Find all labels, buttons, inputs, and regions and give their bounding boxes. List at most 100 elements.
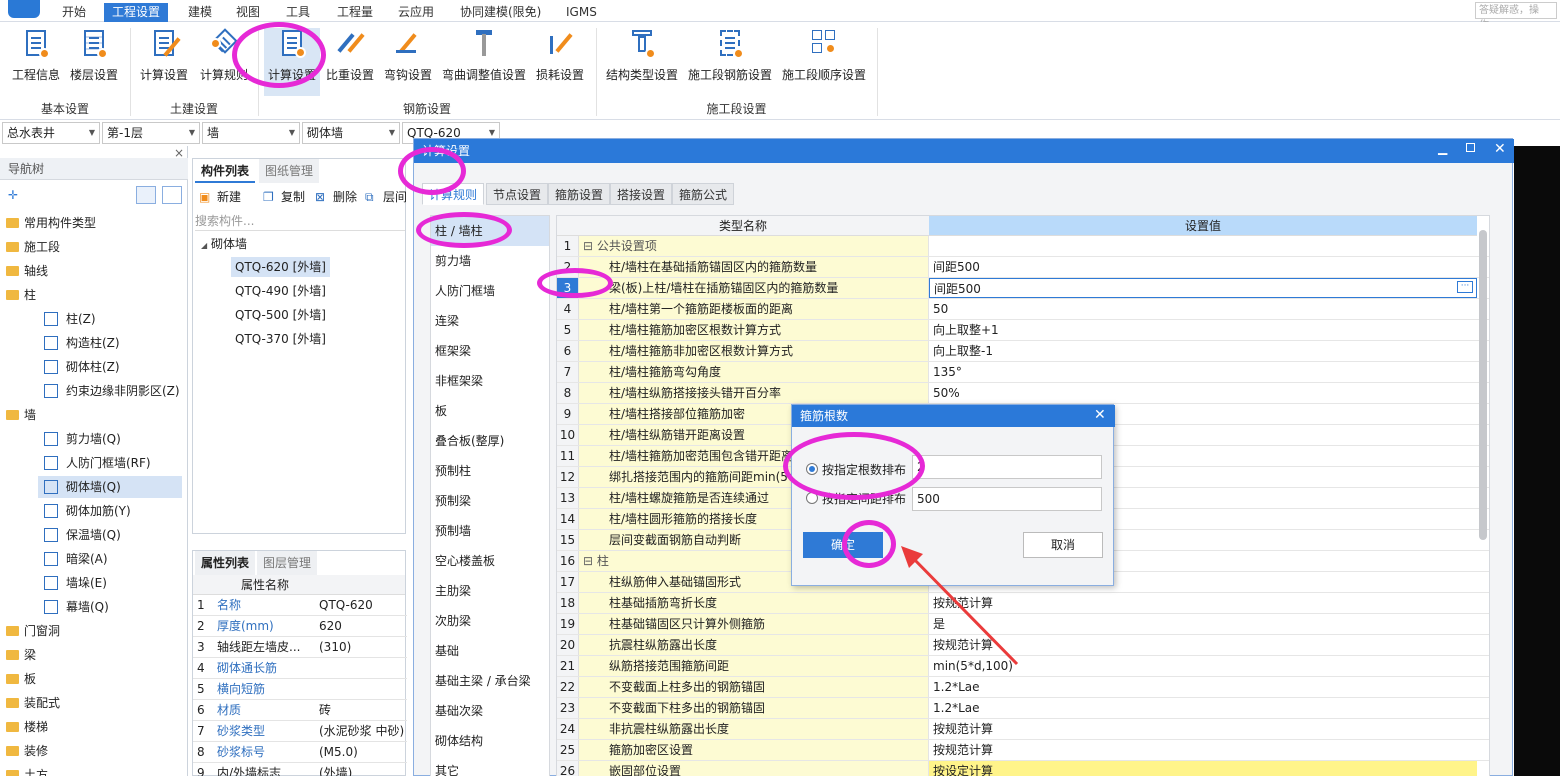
- selector-type[interactable]: 墙 ▼: [202, 122, 300, 144]
- tree-item[interactable]: 施工段: [0, 236, 188, 258]
- close-icon[interactable]: ✕: [1094, 407, 1106, 423]
- tree-item[interactable]: 土方: [0, 764, 188, 776]
- grid-row[interactable]: 5 柱/墙柱箍筋加密区根数计算方式 向上取整+1: [557, 320, 1489, 341]
- grid-row[interactable]: 2 柱/墙柱在基础插筋锚固区内的箍筋数量 间距500: [557, 257, 1489, 278]
- tree-item[interactable]: 楼梯: [0, 716, 188, 738]
- category-item[interactable]: 非框架梁: [431, 366, 549, 396]
- category-item[interactable]: 框架梁: [431, 336, 549, 366]
- grid-row[interactable]: 25 箍筋加密区设置 按规范计算: [557, 740, 1489, 761]
- prop-value[interactable]: 620: [319, 616, 342, 637]
- grid-row[interactable]: 4 柱/墙柱第一个箍筋距楼板面的距离 50: [557, 299, 1489, 320]
- setting-value[interactable]: 向上取整-1: [929, 341, 1477, 361]
- detail-view-icon[interactable]: [162, 186, 182, 204]
- prop-row[interactable]: 8 砂浆标号 (M5.0): [193, 742, 407, 763]
- grid-row[interactable]: 6 柱/墙柱箍筋非加密区根数计算方式 向上取整-1: [557, 341, 1489, 362]
- category-item[interactable]: 叠合板(整厚): [431, 426, 549, 456]
- category-item[interactable]: 人防门框墙: [431, 276, 549, 306]
- density-settings-button[interactable]: 比重设置: [324, 28, 376, 96]
- tab-layer-management[interactable]: 图层管理: [257, 551, 318, 575]
- prop-value[interactable]: (水泥砂浆 中砂): [319, 721, 404, 742]
- prop-value[interactable]: QTQ-620: [319, 595, 373, 616]
- list-view-icon[interactable]: [136, 186, 156, 204]
- cancel-button[interactable]: 取消: [1023, 532, 1103, 558]
- prop-row[interactable]: 7 砂浆类型 (水泥砂浆 中砂): [193, 721, 407, 742]
- grid-row[interactable]: 23 不变截面下柱多出的钢筋锚固 1.2*Lae: [557, 698, 1489, 719]
- setting-value[interactable]: 向上取整+1: [929, 320, 1477, 340]
- category-item[interactable]: 其它: [431, 756, 549, 776]
- menu-igms[interactable]: IGMS: [558, 3, 605, 22]
- tree-item[interactable]: 轴线: [0, 260, 188, 282]
- project-info-button[interactable]: 工程信息: [8, 28, 64, 96]
- tree-item[interactable]: 梁: [0, 644, 188, 666]
- tab-stirrup-formula[interactable]: 箍筋公式: [672, 183, 735, 205]
- component-item[interactable]: QTQ-490 [外墙]: [231, 281, 330, 301]
- tree-item[interactable]: 暗梁(A): [38, 548, 182, 570]
- tree-item[interactable]: 墙: [0, 404, 188, 426]
- prop-row[interactable]: 5 横向短筋: [193, 679, 407, 700]
- help-search-input[interactable]: 答疑解惑，操作…: [1475, 2, 1557, 31]
- civil-calc-settings-button[interactable]: 计算设置: [136, 28, 192, 96]
- menu-tools[interactable]: 工具: [278, 3, 318, 22]
- grid-row[interactable]: 22 不变截面上柱多出的钢筋锚固 1.2*Lae: [557, 677, 1489, 698]
- category-item[interactable]: 板: [431, 396, 549, 426]
- app-logo[interactable]: [8, 0, 40, 18]
- category-item[interactable]: 预制墙: [431, 516, 549, 546]
- grid-row[interactable]: 7 柱/墙柱箍筋弯勾角度 135°: [557, 362, 1489, 383]
- prop-value[interactable]: (M5.0): [319, 742, 358, 763]
- component-item[interactable]: QTQ-620 [外墙]: [231, 257, 330, 277]
- tree-item[interactable]: 装修: [0, 740, 188, 762]
- add-icon[interactable]: ✛: [8, 188, 18, 202]
- segment-order-button[interactable]: 施工段顺序设置: [780, 28, 868, 96]
- delete-button[interactable]: 删除: [333, 185, 357, 209]
- bend-adjust-button[interactable]: 弯曲调整值设置: [440, 28, 528, 96]
- setting-value[interactable]: 1.2*Lae: [929, 698, 1477, 718]
- selector-subtype[interactable]: 砌体墙 ▼: [302, 122, 400, 144]
- tree-item[interactable]: 构造柱(Z): [38, 332, 182, 354]
- selector-group[interactable]: 总水表井 ▼: [2, 122, 100, 144]
- structure-type-button[interactable]: 结构类型设置: [604, 28, 680, 96]
- tree-item[interactable]: 板: [0, 668, 188, 690]
- grid-row[interactable]: 26 嵌固部位设置 按设定计算: [557, 761, 1489, 776]
- setting-value[interactable]: 间距500: [929, 278, 1477, 298]
- tree-item[interactable]: 保温墙(Q): [38, 524, 182, 546]
- tree-item[interactable]: 常用构件类型: [0, 212, 188, 234]
- prop-row[interactable]: 3 轴线距左墙皮... (310): [193, 637, 407, 658]
- spacing-input[interactable]: 500: [912, 487, 1102, 511]
- collapse-icon[interactable]: ⊟: [583, 239, 597, 253]
- more-icon[interactable]: ···: [1457, 281, 1473, 293]
- grid-row[interactable]: 1 ⊟ 公共设置项: [557, 236, 1489, 257]
- category-item[interactable]: 连梁: [431, 306, 549, 336]
- component-item[interactable]: QTQ-500 [外墙]: [231, 305, 330, 325]
- tab-drawing-management[interactable]: 图纸管理: [259, 159, 320, 183]
- grid-row[interactable]: 3 梁(板)上柱/墙柱在插筋锚固区内的箍筋数量 间距500 ···: [557, 278, 1489, 299]
- interlayer-button[interactable]: 层间: [383, 185, 407, 209]
- copy-button[interactable]: 复制: [281, 185, 305, 209]
- grid-row[interactable]: 24 非抗震柱纵筋露出长度 按规范计算: [557, 719, 1489, 740]
- tab-stirrup-settings[interactable]: 箍筋设置: [548, 183, 611, 205]
- category-item[interactable]: 主肋梁: [431, 576, 549, 606]
- category-item[interactable]: 砌体结构: [431, 726, 549, 756]
- setting-value[interactable]: 按规范计算: [929, 719, 1477, 739]
- tree-item[interactable]: 砌体墙(Q): [38, 476, 182, 498]
- tree-item[interactable]: 柱(Z): [38, 308, 182, 330]
- minimize-icon[interactable]: ▁: [1438, 141, 1447, 155]
- floor-settings-button[interactable]: 楼层设置: [66, 28, 122, 96]
- maximize-icon[interactable]: [1466, 143, 1475, 152]
- setting-value[interactable]: 间距500: [929, 257, 1477, 277]
- prop-row[interactable]: 9 内/外墙标志 (外墙): [193, 763, 407, 776]
- hook-settings-button[interactable]: 弯钩设置: [382, 28, 434, 96]
- tree-item[interactable]: 砌体柱(Z): [38, 356, 182, 378]
- category-item[interactable]: 基础: [431, 636, 549, 666]
- setting-value[interactable]: 按规范计算: [929, 740, 1477, 760]
- tree-item[interactable]: 砌体加筋(Y): [38, 500, 182, 522]
- loss-settings-button[interactable]: 损耗设置: [534, 28, 586, 96]
- prop-row[interactable]: 1 名称 QTQ-620: [193, 595, 407, 616]
- new-button[interactable]: 新建: [217, 185, 241, 209]
- menu-cloud[interactable]: 云应用: [390, 3, 442, 22]
- prop-value[interactable]: (外墙): [319, 763, 352, 776]
- tree-item[interactable]: 约束边缘非阴影区(Z): [38, 380, 182, 402]
- tab-properties[interactable]: 属性列表: [195, 551, 256, 575]
- category-item[interactable]: 预制柱: [431, 456, 549, 486]
- component-search-input[interactable]: 搜索构件...: [195, 211, 405, 231]
- menu-collab[interactable]: 协同建模(限免): [452, 3, 549, 22]
